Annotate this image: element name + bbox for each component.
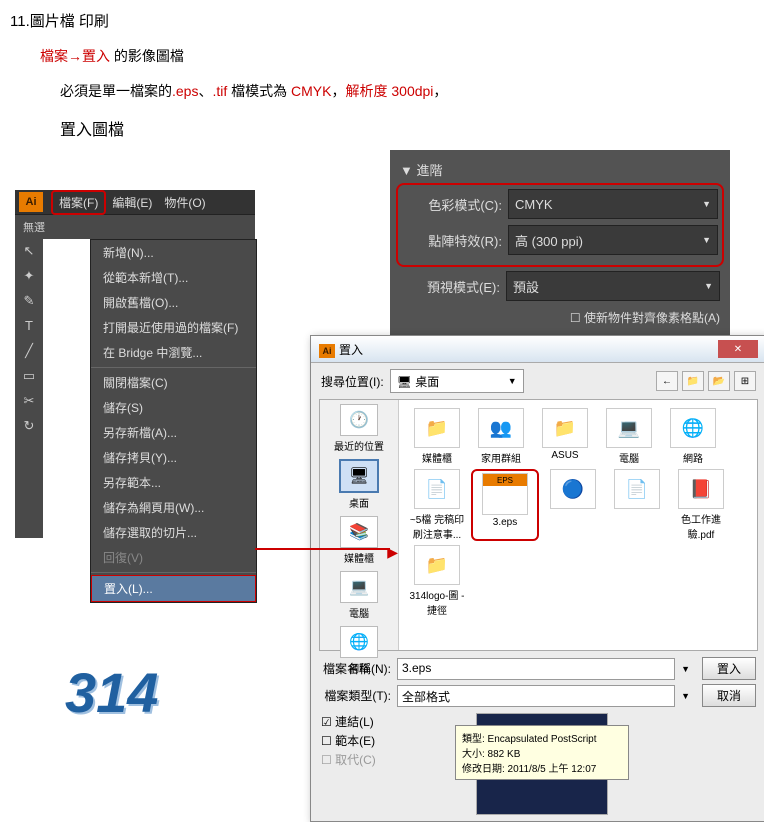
subtitle: 置入圖檔 bbox=[60, 116, 764, 140]
advanced-title: ▼ 進階 bbox=[400, 160, 720, 179]
menu-item-save-web[interactable]: 儲存為網頁用(W)... bbox=[91, 495, 256, 520]
file-item[interactable]: 📁媒體櫃 bbox=[407, 408, 467, 465]
menu-edit[interactable]: 編輯(E) bbox=[106, 192, 158, 213]
menu-item-recent[interactable]: 打開最近使用過的檔案(F) bbox=[91, 315, 256, 340]
align-pixel-check[interactable]: ☐ 使新物件對齊像素格點(A) bbox=[400, 309, 720, 326]
menu-item-bridge[interactable]: 在 Bridge 中瀏覽... bbox=[91, 340, 256, 365]
color-mode-label: 色彩模式(C): bbox=[402, 195, 502, 214]
look-in-label: 搜尋位置(I): bbox=[321, 373, 384, 390]
no-selection-label: 無選 bbox=[15, 214, 255, 239]
menu-file[interactable]: 檔案(F) bbox=[51, 190, 106, 215]
menu-item-save-slices[interactable]: 儲存選取的切片... bbox=[91, 520, 256, 545]
file-list: 📁媒體櫃👥家用群組📁ASUS💻電腦🌐網路 📄~5檔 完稿印刷注意事...EPS3.… bbox=[399, 400, 757, 650]
menu-item-new-template[interactable]: 從範本新增(T)... bbox=[91, 265, 256, 290]
file-item[interactable]: 👥家用群組 bbox=[471, 408, 531, 465]
rotate-tool-icon[interactable]: ↻ bbox=[15, 413, 43, 438]
magic-wand-icon[interactable]: ✦ bbox=[15, 263, 43, 288]
menu-item-revert: 回復(V) bbox=[91, 545, 256, 570]
menu-item-save-copy[interactable]: 儲存拷貝(Y)... bbox=[91, 445, 256, 470]
line-tool-icon[interactable]: ╱ bbox=[15, 338, 43, 363]
type-tool-icon[interactable]: T bbox=[15, 313, 43, 338]
menu-item-close[interactable]: 關閉檔案(C) bbox=[91, 370, 256, 395]
section-title: 11.圖片檔 印刷 bbox=[10, 10, 764, 31]
menu-item-save[interactable]: 儲存(S) bbox=[91, 395, 256, 420]
file-item[interactable]: 📕色工作進驗.pdf bbox=[671, 469, 731, 541]
up-icon[interactable]: 📁 bbox=[682, 371, 704, 391]
place-button[interactable]: 置入 bbox=[702, 657, 756, 680]
filetype-label: 檔案類型(T): bbox=[321, 687, 391, 704]
file-menu-dropdown: 新增(N)... 從範本新增(T)... 開啟舊檔(O)... 打開最近使用過的… bbox=[90, 239, 257, 603]
logo-314: 314 bbox=[65, 660, 158, 725]
filetype-combo[interactable]: 全部格式 bbox=[397, 685, 675, 707]
file-tooltip: 類型: Encapsulated PostScript 大小: 882 KB 修… bbox=[455, 725, 629, 780]
sidebar-desktop[interactable]: 🖥桌面 bbox=[324, 459, 394, 510]
raster-effects-select[interactable]: 高 (300 ppi)▼ bbox=[508, 225, 718, 255]
arrow-annotation: ▶ bbox=[255, 548, 390, 550]
ai-logo-icon: Ai bbox=[19, 192, 43, 212]
template-checkbox[interactable]: ☐ 範本(E) bbox=[321, 732, 376, 749]
menu-item-new[interactable]: 新增(N)... bbox=[91, 240, 256, 265]
file-item[interactable]: 💻電腦 bbox=[599, 408, 659, 465]
sidebar-computer[interactable]: 💻電腦 bbox=[324, 571, 394, 620]
selection-tool-icon[interactable]: ↖ bbox=[15, 238, 43, 263]
look-in-combo[interactable]: 🖥 桌面▼ bbox=[390, 369, 524, 393]
raster-effects-label: 點陣特效(R): bbox=[402, 231, 502, 250]
filename-label: 檔案名稱(N): bbox=[321, 660, 391, 677]
file-item[interactable]: 📄 bbox=[607, 469, 667, 541]
tool-palette: ↖ ✦ ✎ T ╱ ▭ ✂ ↻ bbox=[15, 238, 43, 538]
back-icon[interactable]: ← bbox=[656, 371, 678, 391]
dialog-title: 置入 bbox=[339, 343, 363, 357]
replace-checkbox[interactable]: ☐ 取代(C) bbox=[321, 751, 376, 768]
instruction-2: 必須是單一檔案的.eps、.tif 檔模式為 CMYK，解析度 300dpi， bbox=[60, 81, 764, 101]
file-item[interactable]: EPS3.eps bbox=[471, 469, 539, 541]
ai-icon: Ai bbox=[319, 344, 335, 358]
menu-object[interactable]: 物件(O) bbox=[158, 192, 211, 213]
rectangle-tool-icon[interactable]: ▭ bbox=[15, 363, 43, 388]
preview-mode-select[interactable]: 預設▼ bbox=[506, 271, 720, 301]
file-item[interactable]: 🔵 bbox=[543, 469, 603, 541]
close-button[interactable]: ✕ bbox=[718, 340, 758, 358]
menu-item-save-as[interactable]: 另存新檔(A)... bbox=[91, 420, 256, 445]
menu-item-place[interactable]: 置入(L)... bbox=[91, 575, 256, 602]
instruction-1: 檔案→置入 的影像圖檔 bbox=[40, 46, 764, 66]
cancel-button[interactable]: 取消 bbox=[702, 684, 756, 707]
menu-item-save-template[interactable]: 另存範本... bbox=[91, 470, 256, 495]
advanced-panel: ▼ 進階 色彩模式(C): CMYK▼ 點陣特效(R): 高 (300 ppi)… bbox=[390, 150, 730, 336]
view-icon[interactable]: ⊞ bbox=[734, 371, 756, 391]
places-sidebar: 🕐最近的位置 🖥桌面 📚媒體櫃 💻電腦 🌐網路 bbox=[320, 400, 399, 650]
file-item[interactable]: 📁314logo-圖 - 捷徑 bbox=[407, 545, 467, 617]
menu-item-open[interactable]: 開啟舊檔(O)... bbox=[91, 290, 256, 315]
sidebar-libraries[interactable]: 📚媒體櫃 bbox=[324, 516, 394, 565]
file-item[interactable]: 📄~5檔 完稿印刷注意事... bbox=[407, 469, 467, 541]
preview-mode-label: 預視模式(E): bbox=[400, 277, 500, 296]
scissors-tool-icon[interactable]: ✂ bbox=[15, 388, 43, 413]
new-folder-icon[interactable]: 📂 bbox=[708, 371, 730, 391]
illustrator-menu: Ai 檔案(F) 編輯(E) 物件(O) 無選 ↖ ✦ ✎ T ╱ ▭ ✂ ↻ … bbox=[15, 190, 255, 603]
file-item[interactable]: 📁ASUS bbox=[535, 408, 595, 465]
filename-input[interactable]: 3.eps bbox=[397, 658, 675, 680]
file-item[interactable]: 🌐網路 bbox=[663, 408, 723, 465]
color-mode-select[interactable]: CMYK▼ bbox=[508, 189, 718, 219]
link-checkbox[interactable]: ☑ 連結(L) bbox=[321, 713, 376, 730]
pen-tool-icon[interactable]: ✎ bbox=[15, 288, 43, 313]
sidebar-recent[interactable]: 🕐最近的位置 bbox=[324, 404, 394, 453]
